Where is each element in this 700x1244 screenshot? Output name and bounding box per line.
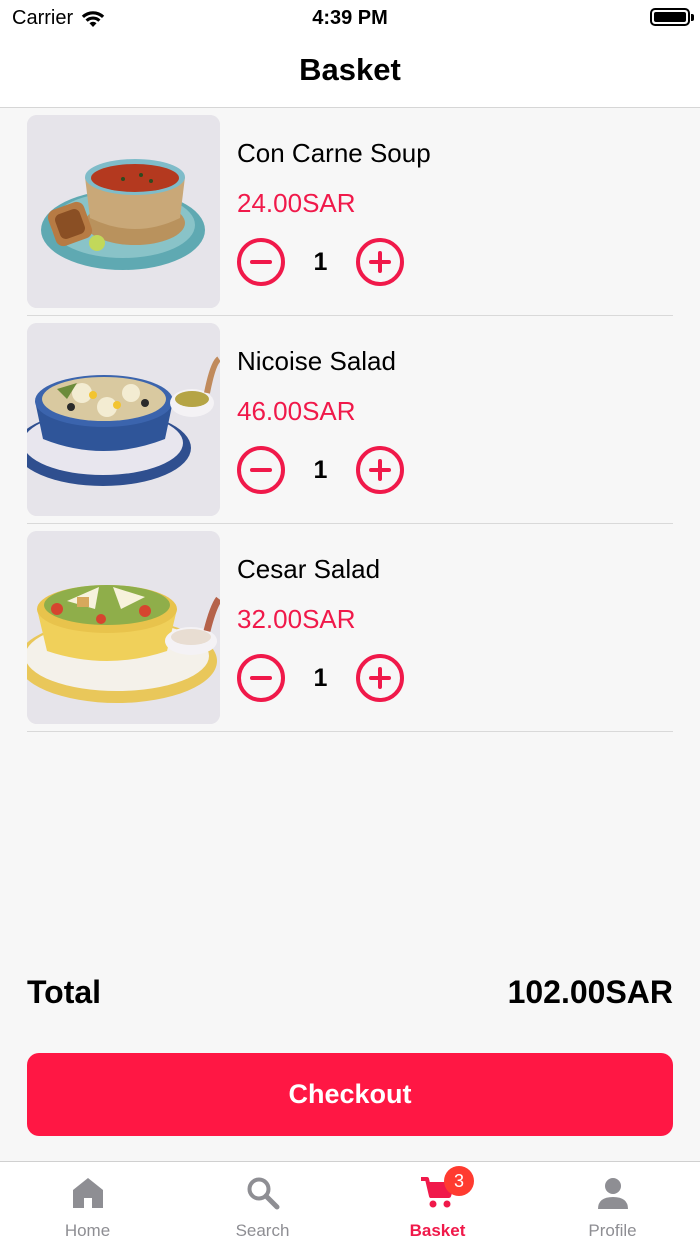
tab-profile[interactable]: Profile [525,1162,700,1244]
tab-label: Search [235,1221,290,1240]
item-name: Nicoise Salad [237,346,396,376]
nicoise-salad-image [27,323,220,516]
minus-icon [250,676,272,680]
home-icon [72,1178,103,1208]
total-row: Total 102.00SAR [27,974,673,1011]
person-icon [597,1178,628,1209]
soup-bowl-image [27,115,220,308]
cart-badge: 3 [444,1166,474,1196]
battery-icon [650,8,694,26]
increment-button[interactable] [356,446,404,494]
status-time: 4:39 PM [312,7,388,29]
item-quantity: 1 [313,247,328,276]
item-quantity: 1 [313,455,328,484]
item-price: 32.00SAR [237,604,356,634]
item-price: 24.00SAR [237,188,356,218]
quantity-stepper: 1 [237,446,404,494]
tab-home[interactable]: Home [0,1162,175,1244]
basket-list: Con Carne Soup 24.00SAR 1 Nicoise Salad … [27,108,673,732]
item-image [27,531,220,724]
increment-button[interactable] [356,238,404,286]
total-label: Total [27,974,102,1010]
increment-button[interactable] [356,654,404,702]
quantity-stepper: 1 [237,238,404,286]
item-name: Con Carne Soup [237,138,431,168]
item-image [27,115,220,308]
item-image [27,323,220,516]
checkout-button[interactable]: Checkout [27,1053,673,1136]
decrement-button[interactable] [237,238,285,286]
item-price: 46.00SAR [237,396,356,426]
page-title: Basket [299,52,401,87]
tab-basket[interactable]: 3 Basket [350,1162,525,1244]
total-value: 102.00SAR [507,974,673,1010]
basket-item: Con Carne Soup 24.00SAR 1 [27,108,673,316]
decrement-button[interactable] [237,654,285,702]
tab-bar: Home Search 3 Basket Profile [0,1161,700,1244]
quantity-stepper: 1 [237,654,404,702]
decrement-button[interactable] [237,446,285,494]
nav-bar: Basket [0,36,700,108]
tab-label: Home [64,1221,111,1240]
tab-label: Profile [588,1221,637,1240]
tab-label: Basket [409,1221,466,1240]
status-bar: Carrier 4:39 PM [0,0,700,36]
cesar-salad-image [27,531,220,724]
search-icon [247,1177,279,1210]
basket-item: Nicoise Salad 46.00SAR 1 [27,316,673,524]
basket-item: Cesar Salad 32.00SAR 1 [27,524,673,732]
item-name: Cesar Salad [237,554,381,584]
tab-search[interactable]: Search [175,1162,350,1244]
item-quantity: 1 [313,663,328,692]
minus-icon [250,260,272,264]
minus-icon [250,468,272,472]
